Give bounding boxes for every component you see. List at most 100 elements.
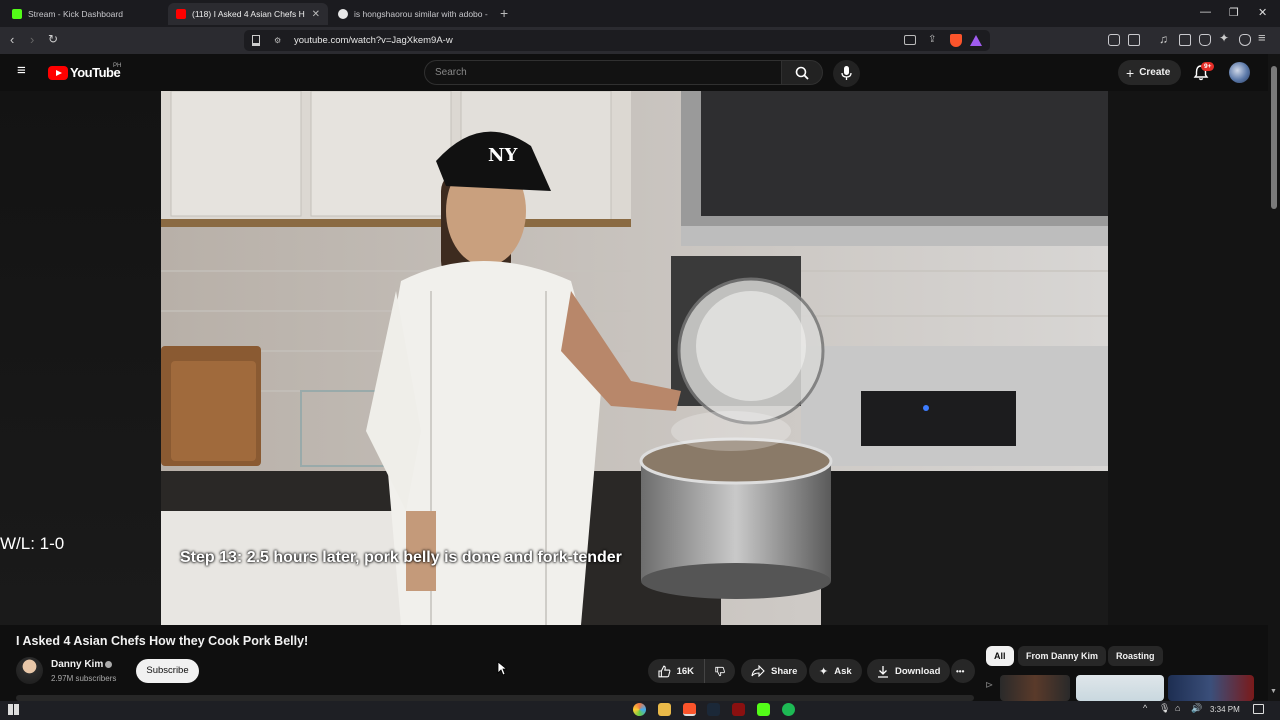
chip-from-channel[interactable]: From Danny Kim — [1018, 646, 1107, 666]
restore-icon[interactable]: ❐ — [1229, 6, 1239, 19]
tray-overflow-icon[interactable]: ^ — [1143, 703, 1147, 713]
youtube-favicon-icon — [176, 9, 186, 19]
close-window-icon[interactable]: ✕ — [1258, 6, 1267, 19]
youtube-header: ≡ YouTube PH Search + Create 9+ — [0, 54, 1280, 91]
windows-start-icon[interactable] — [8, 704, 19, 715]
back-icon[interactable]: ‹ — [10, 32, 14, 47]
more-actions-button[interactable]: ••• — [951, 659, 975, 683]
brave-browser-icon[interactable] — [683, 703, 696, 716]
video-caption: Step 13: 2.5 hours later, pork belly is … — [180, 549, 622, 566]
recommended-video-thumbnail[interactable] — [1076, 675, 1164, 701]
ask-label: Ask — [834, 665, 852, 677]
copilot-icon[interactable] — [633, 703, 646, 716]
network-icon[interactable]: ⌂ — [1175, 703, 1180, 713]
download-label: Download — [895, 665, 941, 677]
notification-count-badge: 9+ — [1201, 62, 1215, 71]
video-player-area: NY W/L: 1-0 Step 13: 2.5 hours later, po… — [0, 91, 1268, 625]
share-button[interactable]: Share — [741, 659, 808, 683]
svg-text:NY: NY — [488, 145, 518, 166]
chip-all[interactable]: All — [986, 646, 1014, 666]
video-title: I Asked 4 Asian Chefs How they Cook Pork… — [16, 634, 309, 648]
stream-overlay-score: W/L: 1-0 — [0, 534, 65, 553]
chip-roasting[interactable]: Roasting — [1108, 646, 1163, 666]
dota-icon[interactable] — [732, 703, 745, 716]
minimize-icon[interactable]: — — [1200, 6, 1211, 18]
google-favicon-icon — [338, 9, 348, 19]
create-button[interactable]: + Create — [1118, 60, 1181, 85]
download-icon — [878, 665, 888, 678]
subscribe-button[interactable]: Subscribe — [136, 659, 199, 683]
steam-icon[interactable] — [707, 703, 720, 716]
tab-title: (118) I Asked 4 Asian Chefs H — [192, 9, 305, 19]
account-avatar[interactable] — [1229, 62, 1250, 83]
search-button[interactable] — [781, 60, 823, 85]
sparkle-icon: ✦ — [819, 665, 829, 678]
leo-ai-icon[interactable]: ✦ — [1219, 31, 1229, 45]
plus-icon: + — [1126, 64, 1135, 81]
kick-app-icon[interactable] — [757, 703, 770, 716]
thumbs-up-icon — [658, 665, 671, 677]
tab-youtube-video[interactable]: (118) I Asked 4 Asian Chefs H ✕ — [168, 3, 328, 25]
ambient-right — [1108, 91, 1268, 625]
taskbar-clock[interactable]: 3:34 PM — [1210, 705, 1240, 714]
ask-button[interactable]: ✦ Ask — [809, 659, 862, 683]
extensions-icon[interactable] — [1108, 34, 1120, 46]
forward-icon[interactable]: › — [30, 32, 34, 47]
verified-badge-icon — [105, 661, 112, 668]
download-button[interactable]: Download — [867, 659, 951, 683]
close-tab-icon[interactable]: ✕ — [306, 9, 320, 20]
scroll-down-arrow-icon[interactable]: ▼ — [1270, 688, 1277, 695]
share-label: Share — [771, 665, 798, 677]
brave-rewards-icon[interactable] — [970, 35, 982, 46]
menu-icon[interactable]: ≡ — [1258, 30, 1266, 45]
scrollbar-thumb[interactable] — [1271, 66, 1277, 209]
browser-toolbar: ‹ › ↻ ⚙ youtube.com/watch?v=JagXkem9A-w … — [0, 27, 1280, 54]
tab-google-search[interactable]: is hongshaorou similar with adobo - — [330, 3, 492, 25]
brave-shield-icon[interactable] — [950, 34, 962, 47]
kick-favicon-icon — [12, 9, 22, 19]
search-icon — [795, 66, 809, 80]
reload-icon[interactable]: ↻ — [48, 32, 58, 46]
share-page-icon[interactable]: ⇪ — [928, 34, 936, 45]
like-button[interactable]: 16K — [648, 659, 704, 683]
microphone-icon — [841, 66, 852, 80]
share-icon — [751, 665, 765, 677]
new-tab-button[interactable]: + — [500, 5, 508, 21]
address-bar[interactable]: ⚙ youtube.com/watch?v=JagXkem9A-w ⇪ — [244, 30, 990, 51]
channel-avatar[interactable] — [16, 657, 43, 684]
recommended-video-thumbnail[interactable] — [1000, 675, 1070, 701]
file-explorer-icon[interactable] — [658, 703, 671, 716]
video-scene-image: NY — [161, 91, 1108, 625]
url-text: youtube.com/watch?v=JagXkem9A-w — [294, 35, 453, 46]
wallet-icon[interactable] — [1199, 34, 1211, 46]
video-frame[interactable]: NY — [161, 91, 1108, 625]
search-input[interactable]: Search — [424, 60, 782, 85]
subscriber-count: 2.97M subscribers — [51, 674, 117, 683]
voice-search-button[interactable] — [833, 60, 860, 87]
site-settings-icon[interactable]: ⚙ — [274, 36, 281, 45]
like-count: 16K — [676, 665, 694, 677]
tray-microphone-icon[interactable]: 🎙 — [1159, 703, 1170, 714]
tab-title: Stream - Kick Dashboard — [28, 9, 123, 19]
channel-name[interactable]: Danny Kim — [51, 659, 103, 670]
youtube-logo-icon[interactable] — [48, 66, 68, 80]
browser-tab-bar: Stream - Kick Dashboard (118) I Asked 4 … — [0, 0, 1280, 27]
sidebar-icon[interactable] — [1179, 34, 1191, 46]
cast-icon[interactable] — [904, 35, 916, 45]
create-label: Create — [1139, 67, 1171, 78]
bookmark-icon[interactable] — [252, 35, 260, 46]
screenshot-icon[interactable] — [1128, 34, 1140, 46]
recommendation-drag-icon: ⊳ — [985, 680, 994, 691]
tab-kick-dashboard[interactable]: Stream - Kick Dashboard — [4, 3, 166, 25]
dislike-button[interactable] — [704, 659, 735, 683]
thumbs-down-icon — [715, 666, 725, 676]
spotify-icon[interactable] — [782, 703, 795, 716]
hamburger-menu-icon[interactable]: ≡ — [17, 62, 26, 79]
volume-icon[interactable]: 🔊 — [1191, 703, 1202, 714]
mouse-cursor-icon — [497, 661, 507, 676]
recommended-video-thumbnail[interactable] — [1168, 675, 1254, 701]
notification-center-icon[interactable] — [1253, 704, 1264, 714]
country-code: PH — [113, 63, 122, 69]
media-icon[interactable]: ♫ — [1159, 32, 1168, 46]
vpn-shield-icon[interactable] — [1239, 34, 1251, 46]
